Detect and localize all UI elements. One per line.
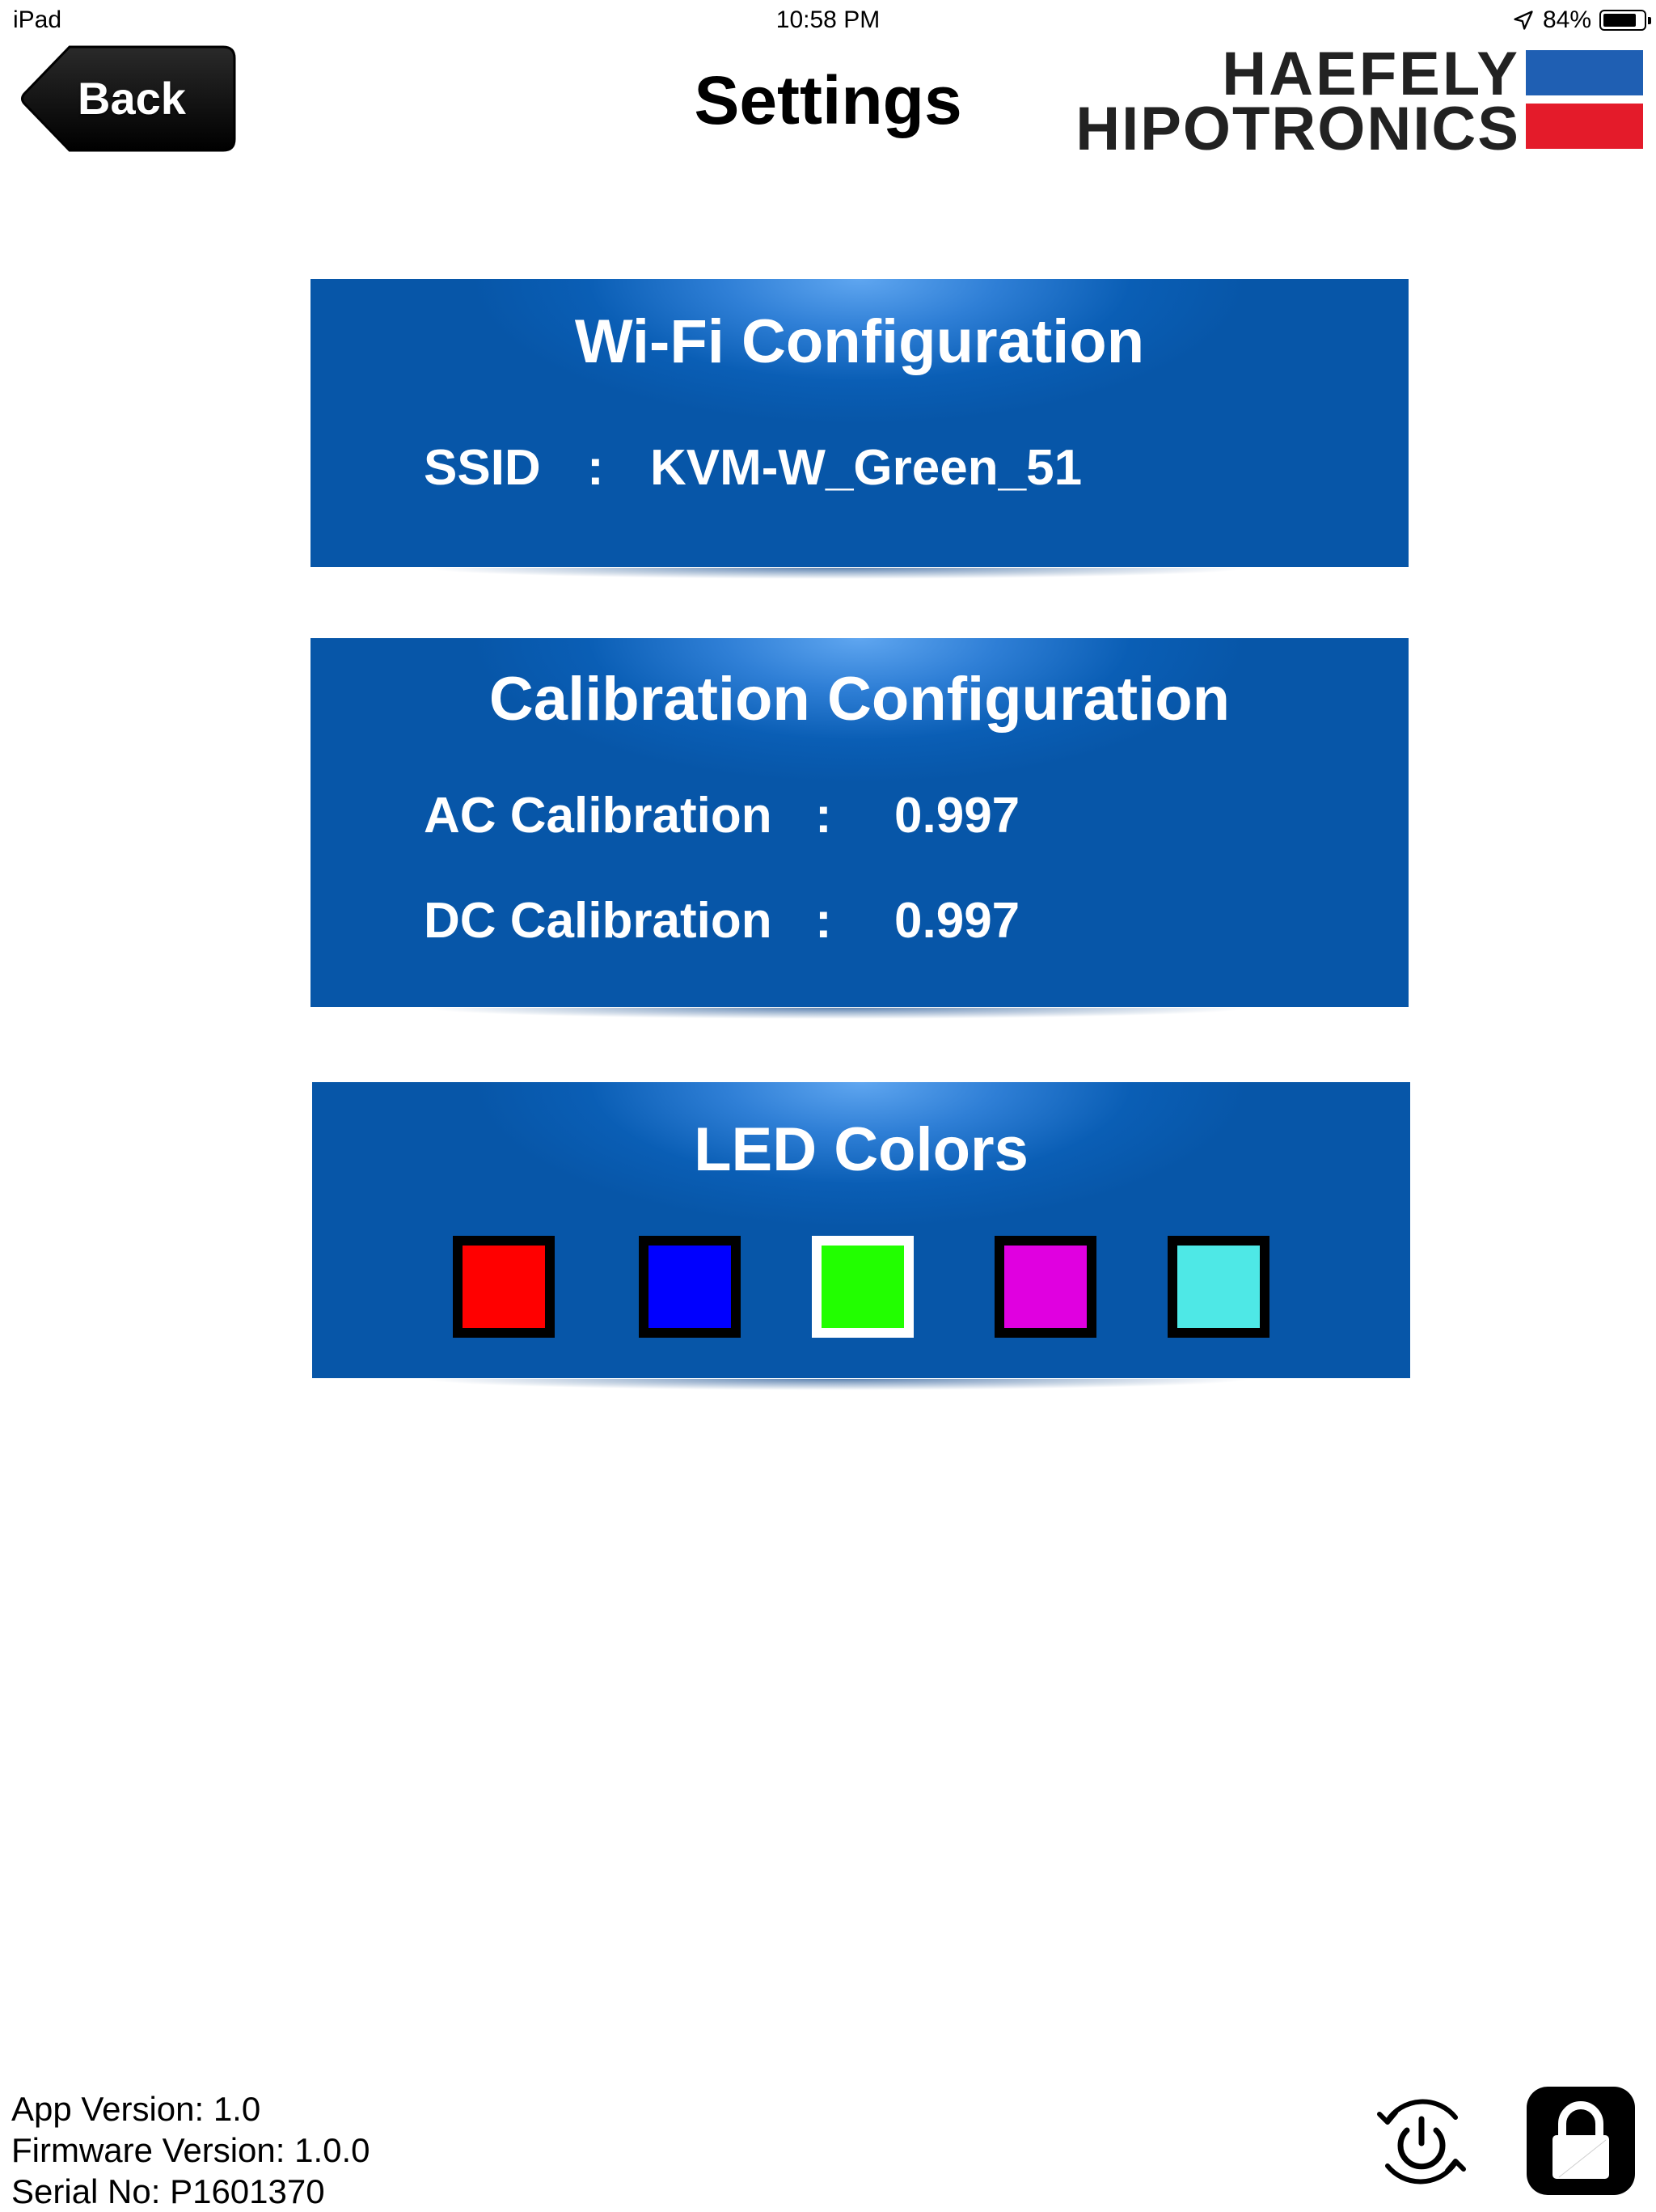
brand-logo: HAEFELY HIPOTRONICS [1075,42,1650,162]
dc-calibration-label: DC Calibration [424,893,772,949]
led-color-swatch-red[interactable] [453,1236,555,1338]
location-arrow-icon [1512,9,1535,32]
lock-button[interactable] [1527,2087,1635,2195]
calibration-panel-shadow [420,1008,1253,1019]
serial-number: Serial No: P1601370 [11,2172,325,2210]
calibration-panel-title: Calibration Configuration [488,665,1231,734]
ssid-value: KVM-W_Green_51 [650,440,1083,496]
led-panel-shadow [420,1379,1253,1390]
wifi-configuration-panel[interactable]: Wi-Fi Configuration SSID : KVM-W_Green_5… [310,279,1409,567]
logo-red-bar [1526,104,1643,149]
dc-calibration-value: 0.997 [894,893,1020,949]
footer-info: App Version: 1.0 Firmware Version: 1.0.0… [11,2088,370,2212]
status-bar: iPad 10:58 PM 84% [0,0,1656,45]
led-color-swatch-blue[interactable] [639,1236,741,1338]
ac-calibration-separator: : [815,788,832,844]
ssid-label: SSID [424,440,541,496]
back-button-label: Back [78,73,186,124]
app-version: App Version: 1.0 [11,2090,261,2128]
brand-logo-line2: HIPOTRONICS [1075,95,1520,163]
status-time: 10:58 PM [775,6,881,33]
battery-icon [1599,10,1651,31]
led-panel-title: LED Colors [694,1115,1029,1184]
ac-calibration-label: AC Calibration [424,788,772,844]
dc-calibration-separator: : [815,893,832,949]
battery-fill [1603,14,1636,27]
ac-calibration-value: 0.997 [894,788,1020,844]
wifi-panel-shadow [420,568,1253,579]
battery-percent: 84% [1542,6,1591,33]
led-color-swatch-magenta[interactable] [995,1236,1096,1338]
power-refresh-button[interactable] [1365,2085,1478,2198]
logo-blue-bar [1526,50,1643,95]
ssid-separator: : [587,440,604,496]
wifi-panel-title: Wi-Fi Configuration [574,307,1145,376]
status-right: 84% [1512,6,1651,34]
page-title: Settings [694,62,962,138]
lock-icon [1552,2101,1609,2179]
firmware-version: Firmware Version: 1.0.0 [11,2131,370,2169]
back-button[interactable]: Back [19,44,238,154]
led-color-swatch-green[interactable] [812,1236,914,1338]
power-refresh-icon [1377,2099,1466,2185]
led-color-swatch-cyan[interactable] [1168,1236,1269,1338]
calibration-configuration-panel[interactable]: Calibration Configuration AC Calibration… [310,638,1409,1007]
